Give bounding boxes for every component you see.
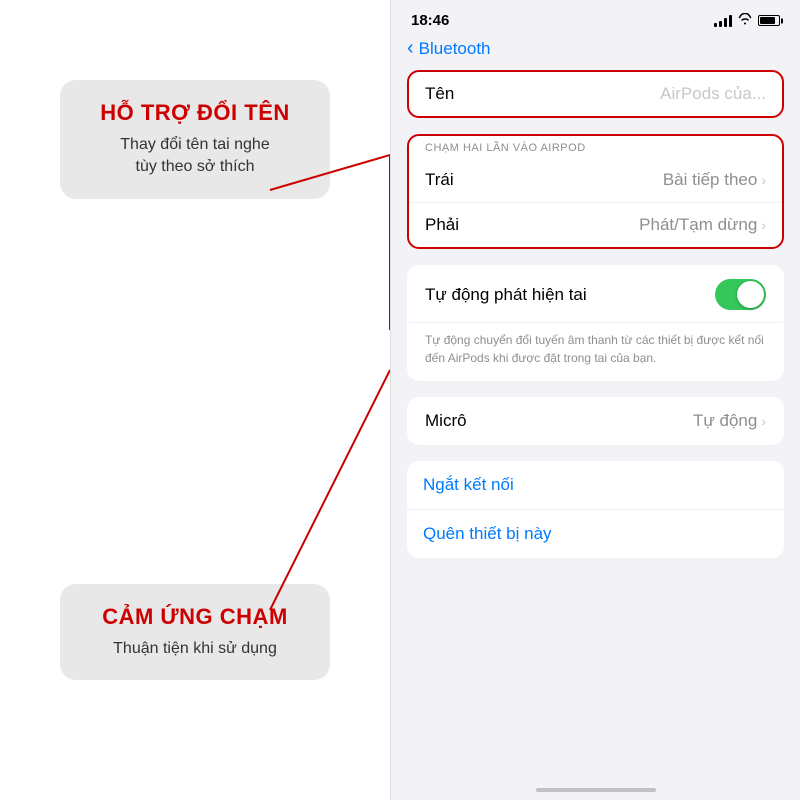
status-bar: 18:46 <box>391 0 800 33</box>
microphone-chevron-icon: › <box>761 413 766 429</box>
disconnect-row[interactable]: Ngắt kết nối <box>407 461 784 510</box>
microphone-label: Micrô <box>425 411 467 431</box>
left-touch-label: Trái <box>425 170 454 190</box>
auto-detect-label: Tự động phát hiện tai <box>425 285 587 305</box>
right-touch-label: Phải <box>425 215 459 235</box>
annotation-box-touch: CẢM ỨNG CHẠM Thuận tiện khi sử dụng <box>60 584 330 680</box>
name-label: Tên <box>425 84 454 104</box>
back-label: Bluetooth <box>419 39 491 59</box>
right-touch-chevron-icon: › <box>761 217 766 233</box>
annotation-title-touch: CẢM ỨNG CHẠM <box>88 604 302 630</box>
microphone-row[interactable]: Micrô Tự động › <box>409 399 782 443</box>
status-time: 18:46 <box>411 12 449 29</box>
annotation-box-rename: HỖ TRỢ ĐỔI TÊN Thay đổi tên tai nghetùy … <box>60 80 330 199</box>
microphone-value: Tự động › <box>693 411 766 431</box>
annotation-title-rename: HỖ TRỢ ĐỔI TÊN <box>88 100 302 126</box>
battery-icon <box>758 15 780 26</box>
left-touch-value: Bài tiếp theo › <box>663 170 766 190</box>
forget-device-label: Quên thiết bị này <box>423 524 552 543</box>
nav-bar: ‹ Bluetooth <box>391 33 800 70</box>
annotation-desc-rename: Thay đổi tên tai nghetùy theo sở thích <box>88 134 302 179</box>
wifi-icon <box>737 13 753 28</box>
forget-device-row[interactable]: Quên thiết bị này <box>407 510 784 558</box>
status-icons <box>714 13 780 28</box>
name-value: AirPods của... <box>660 84 766 104</box>
touch-section-header: CHẠM HAI LẦN VÀO AIRPOD <box>409 136 782 158</box>
auto-detect-section: Tự động phát hiện tai Tự động chuyển đổi… <box>407 265 784 381</box>
name-section: Tên AirPods của... <box>407 70 784 118</box>
back-chevron-icon: ‹ <box>407 37 414 60</box>
iphone-screen: 18:46 ‹ Bluetooth <box>390 0 800 800</box>
microphone-section: Micrô Tự động › <box>407 397 784 445</box>
touch-section: CHẠM HAI LẦN VÀO AIRPOD Trái Bài tiếp th… <box>407 134 784 249</box>
toggle-knob <box>737 281 764 308</box>
left-touch-row[interactable]: Trái Bài tiếp theo › <box>409 158 782 203</box>
back-button[interactable]: ‹ Bluetooth <box>407 37 491 60</box>
right-touch-value: Phát/Tạm dừng › <box>639 215 766 235</box>
name-row[interactable]: Tên AirPods của... <box>409 72 782 116</box>
left-annotation-panel: HỖ TRỢ ĐỔI TÊN Thay đổi tên tai nghetùy … <box>0 0 390 800</box>
settings-content: Tên AirPods của... CHẠM HAI LẦN VÀO AIRP… <box>391 70 800 780</box>
auto-detect-toggle[interactable] <box>715 279 766 310</box>
right-touch-row[interactable]: Phải Phát/Tạm dừng › <box>409 203 782 247</box>
auto-detect-description: Tự động chuyển đổi tuyến âm thanh từ các… <box>409 323 782 379</box>
left-touch-chevron-icon: › <box>761 172 766 188</box>
signal-icon <box>714 15 732 27</box>
annotation-desc-touch: Thuận tiện khi sử dụng <box>88 638 302 660</box>
auto-detect-row[interactable]: Tự động phát hiện tai <box>409 267 782 323</box>
home-indicator <box>536 788 656 792</box>
disconnect-label: Ngắt kết nối <box>423 475 514 494</box>
action-section: Ngắt kết nối Quên thiết bị này <box>407 461 784 558</box>
